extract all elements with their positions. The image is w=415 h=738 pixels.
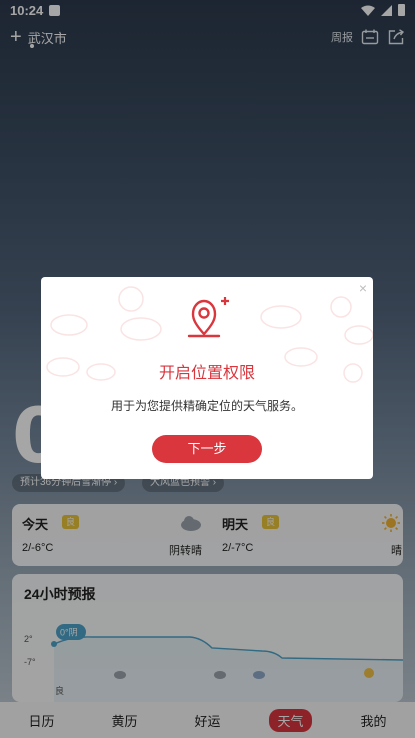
dialog-message: 用于为您提供精确定位的天气服务。 <box>110 399 303 413</box>
dialog-title: 开启位置权限 <box>158 365 255 382</box>
location-permission-dialog: × 开启位置权限 用于为您提供精确定位的天气服务。 下一步 <box>41 277 373 479</box>
close-icon[interactable]: × <box>359 281 367 295</box>
location-icon <box>187 297 229 338</box>
next-step-button[interactable]: 下一步 <box>152 435 262 463</box>
